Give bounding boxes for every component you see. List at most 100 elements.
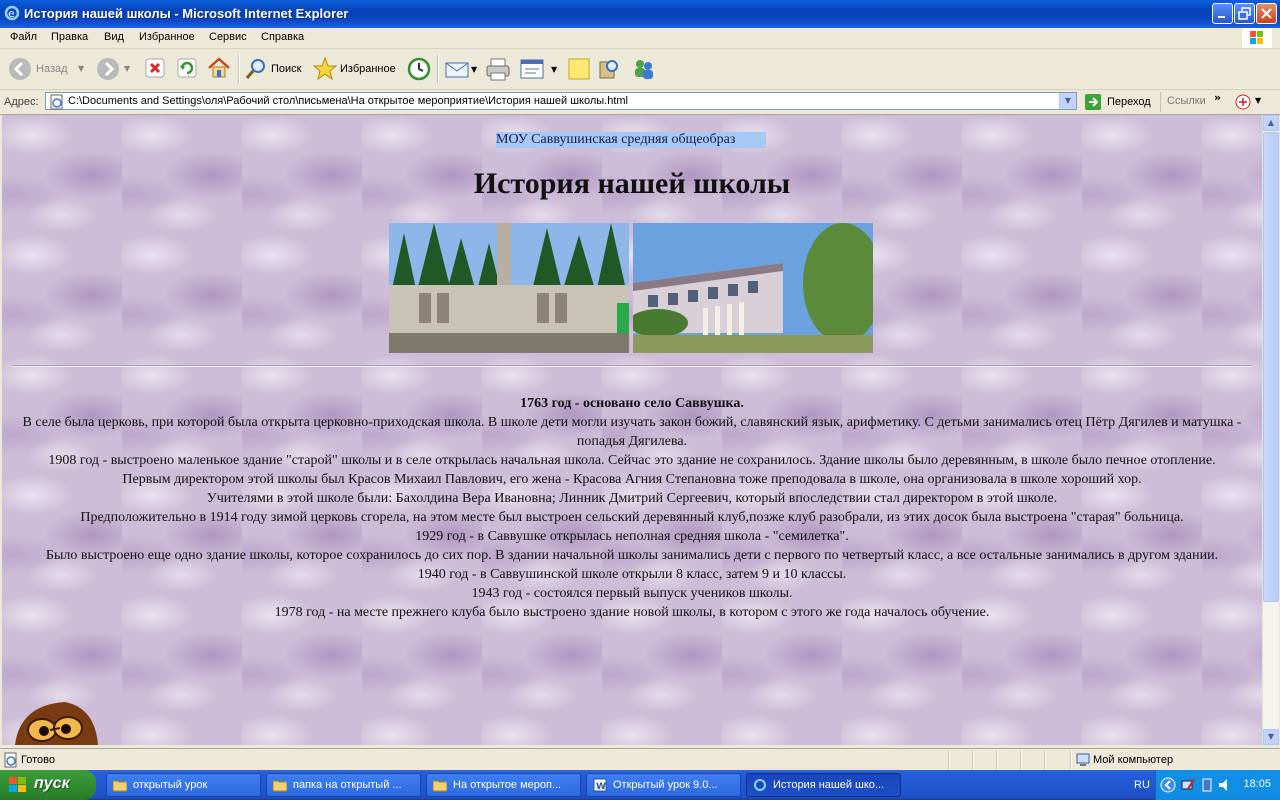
toolbar-separator	[238, 55, 240, 83]
mail-button[interactable]: ▼	[444, 56, 480, 82]
maximize-button[interactable]	[1234, 3, 1255, 24]
forward-arrow-icon	[97, 58, 119, 80]
network-icon[interactable]	[1180, 777, 1196, 793]
taskbar-button[interactable]: открытый урок	[106, 773, 261, 797]
chevron-left-icon[interactable]	[1160, 777, 1176, 793]
favorites-button[interactable]: Избранное	[312, 55, 398, 83]
mail-icon	[445, 62, 469, 78]
refresh-icon	[177, 58, 197, 78]
favorites-star-icon	[312, 56, 338, 81]
menu-file[interactable]: Файл	[10, 31, 37, 43]
back-label: Назад	[36, 63, 68, 75]
taskbar-button[interactable]: W Открытый урок 9.0...	[586, 773, 741, 797]
chevron-right-icon[interactable]: »	[1214, 91, 1221, 104]
taskbar-button-label: Открытый урок 9.0...	[613, 779, 718, 791]
messenger-icon	[635, 60, 653, 79]
go-button[interactable]: Переход	[1084, 93, 1154, 111]
security-zone: Мой компьютер	[1093, 754, 1174, 766]
chevron-down-icon: ▼	[1064, 96, 1072, 105]
search-label: Поиск	[271, 63, 302, 75]
window-title: История нашей школы - Microsoft Internet…	[24, 6, 349, 21]
history-text: 1763 год - основано село Саввушка. В сел…	[10, 394, 1254, 622]
svg-text:e: e	[8, 7, 15, 20]
messenger-button[interactable]	[630, 56, 658, 82]
status-separator	[996, 751, 998, 769]
taskbar-button[interactable]: папка на открытый ...	[266, 773, 421, 797]
minimize-icon	[1218, 16, 1225, 18]
clock[interactable]: 18:05	[1243, 778, 1271, 790]
word-document-icon: W	[593, 778, 607, 792]
volume-icon[interactable]	[1217, 777, 1233, 793]
page-done-icon	[4, 752, 17, 768]
scroll-down-button[interactable]: ▼	[1263, 729, 1279, 745]
svg-text:W: W	[596, 782, 606, 792]
edit-button[interactable]: ▼	[518, 56, 562, 82]
links-label[interactable]: Ссылки	[1167, 95, 1206, 107]
refresh-button[interactable]	[176, 57, 198, 79]
forward-button[interactable]: ▼	[94, 55, 134, 83]
history-paragraph: 1943 год - состоялся первый выпуск учени…	[471, 586, 793, 601]
stop-button[interactable]	[144, 57, 166, 79]
address-input[interactable]: C:\Documents and Settings\оля\Рабочий ст…	[45, 92, 1077, 110]
title-bar[interactable]: e История нашей школы - Microsoft Intern…	[0, 0, 1280, 28]
history-paragraph: Учителями в этой школе были: Бахолдина В…	[206, 491, 1058, 506]
home-button[interactable]	[206, 55, 232, 81]
dropdown-arrow-icon: ▼	[551, 65, 558, 74]
back-button[interactable]: Назад ▼	[6, 55, 88, 83]
translate-button[interactable]: ▼	[1234, 93, 1264, 111]
print-button[interactable]	[484, 56, 512, 82]
menu-view[interactable]: Вид	[104, 31, 124, 43]
owl-clipart	[15, 702, 98, 745]
restore-icon	[1238, 7, 1251, 20]
windows-logo	[1242, 28, 1272, 48]
discuss-button[interactable]	[566, 56, 592, 82]
chevron-up-icon: ▲	[1267, 118, 1275, 127]
horizontal-rule	[12, 365, 1252, 367]
start-label: пуск	[34, 775, 70, 792]
folder-icon	[433, 780, 447, 792]
taskbar-button-active[interactable]: История нашей шко...	[746, 773, 901, 797]
status-separator	[1070, 751, 1072, 769]
search-icon	[245, 59, 265, 79]
favorites-label: Избранное	[340, 63, 396, 75]
founding-year-heading: 1763 год - основано село Саввушка.	[520, 396, 744, 411]
history-icon	[407, 57, 431, 81]
menu-tools[interactable]: Сервис	[209, 31, 247, 43]
page-icon	[50, 94, 63, 110]
history-button[interactable]	[406, 56, 432, 82]
note-icon	[568, 58, 590, 80]
dropdown-arrow-icon: ▼	[78, 64, 85, 73]
minimize-button[interactable]	[1212, 3, 1233, 24]
stop-icon	[145, 58, 165, 78]
status-separator	[1020, 751, 1022, 769]
address-dropdown[interactable]: ▼	[1059, 93, 1076, 109]
close-button[interactable]	[1256, 3, 1277, 24]
status-text: Готово	[21, 754, 55, 766]
dropdown-arrow-icon: ▼	[1255, 96, 1262, 105]
history-paragraph: Первым директором этой школы был Красов …	[122, 472, 1142, 487]
taskbar: пуск открытый урок папка на открытый ...…	[0, 770, 1280, 800]
search-button[interactable]: Поиск	[244, 55, 304, 83]
taskbar-button-label: История нашей шко...	[773, 779, 885, 791]
taskbar-button-label: На открытое мероп...	[453, 779, 562, 791]
taskbar-button[interactable]: На открытое мероп...	[426, 773, 581, 797]
dropdown-arrow-icon: ▼	[471, 65, 478, 74]
scroll-up-button[interactable]: ▲	[1263, 115, 1279, 131]
page-viewport[interactable]: МОУ Саввушинская средняя общеобраз Истор…	[2, 115, 1262, 745]
language-indicator[interactable]: RU	[1134, 779, 1150, 791]
scrolling-school-name: МОУ Саввушинская средняя общеобраз	[496, 132, 766, 148]
folder-icon	[273, 780, 287, 792]
research-icon	[599, 60, 618, 79]
menu-favorites[interactable]: Избранное	[139, 31, 195, 43]
battery-icon[interactable]	[1199, 777, 1215, 793]
start-button[interactable]: пуск	[0, 770, 96, 800]
scroll-thumb[interactable]	[1263, 132, 1279, 602]
menu-help[interactable]: Справка	[261, 31, 304, 43]
history-paragraph: Предположительно в 1914 году зимой церко…	[80, 510, 1184, 525]
printer-icon	[486, 58, 510, 81]
research-button[interactable]	[596, 56, 622, 82]
vertical-scrollbar[interactable]: ▲ ▼	[1262, 115, 1279, 745]
toolbar-separator	[437, 55, 439, 83]
menu-edit[interactable]: Правка	[51, 31, 88, 43]
status-bar: Готово Мой компьютер	[0, 748, 1280, 771]
